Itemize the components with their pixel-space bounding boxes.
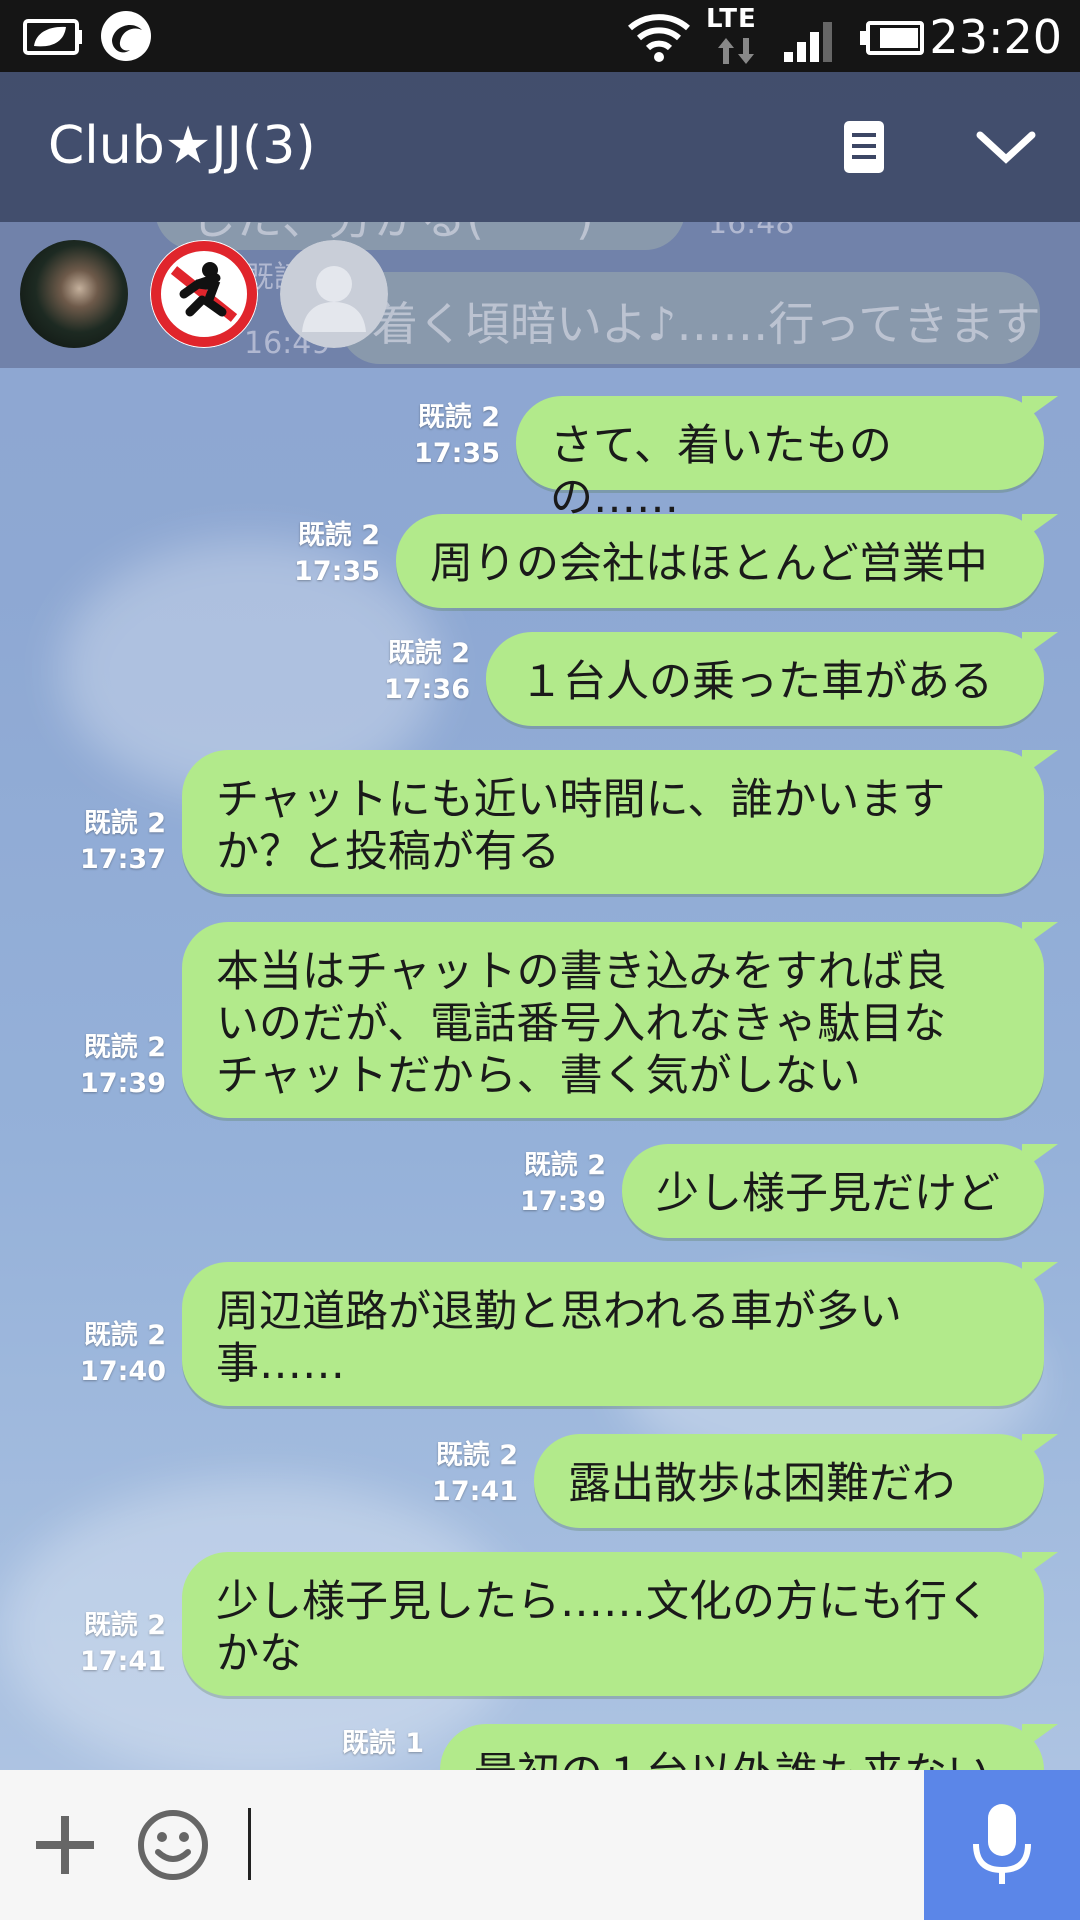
note-icon[interactable] <box>834 117 894 177</box>
microphone-button[interactable] <box>924 1770 1080 1920</box>
battery-leaf-icon <box>23 19 82 55</box>
battery-icon <box>860 21 924 55</box>
faded-message: した、分かる(＾＾) <box>190 222 594 248</box>
message-text: 周辺道路が退勤と思われる車が多い <box>216 1287 902 1337</box>
chevron-down-icon[interactable] <box>976 117 1036 177</box>
message-bubble[interactable]: 周辺道路が退勤と思われる車が多い 事…… <box>182 1262 1058 1406</box>
message-meta: 既読 2 17:36 <box>384 636 470 708</box>
member-avatar[interactable] <box>280 240 388 348</box>
message-bubble[interactable]: １台人の乗った車がある <box>486 632 1058 726</box>
member-avatar[interactable] <box>150 240 258 348</box>
message-text: さて、着いたものの…… <box>550 421 892 523</box>
message-time: 17:41 <box>432 1476 518 1507</box>
message-time: 17:40 <box>80 1356 166 1387</box>
message-text: 露出散歩は困難だわ <box>568 1459 955 1509</box>
data-arrows-icon <box>718 38 754 64</box>
read-receipt: 既読 2 <box>297 520 380 551</box>
message-text: 少し様子見だけど <box>656 1169 1000 1219</box>
message-row: 周りの会社はほとんど営業中 <box>396 514 1058 608</box>
chat-title[interactable]: Club★JJ(3) <box>48 116 316 176</box>
message-input[interactable] <box>240 1790 910 1900</box>
message-bubble[interactable]: 少し様子見したら……文化の方にも行く かな <box>182 1552 1058 1696</box>
message-bubble[interactable]: 少し様子見だけど <box>622 1144 1058 1238</box>
message-time: 17:41 <box>80 1646 166 1677</box>
status-time: 23:20 <box>929 10 1062 64</box>
message-time: 17:37 <box>80 844 166 875</box>
signal-icon <box>784 22 832 62</box>
read-receipt: 既読 2 <box>435 1440 518 1471</box>
message-text: 本当はチャットの書き込みをすれば良 <box>216 947 947 997</box>
message-meta: 既読 2 17:37 <box>80 806 166 878</box>
message-meta: 既読 2 17:39 <box>520 1148 606 1220</box>
message-text: かな <box>216 1629 302 1679</box>
message-time: 17:39 <box>80 1068 166 1099</box>
message-row: 本当はチャットの書き込みをすれば良 いのだが、電話番号入れなきゃ駄目な チャット… <box>182 922 1058 1118</box>
message-time: 17:39 <box>520 1186 606 1217</box>
message-meta: 既読 2 17:41 <box>80 1608 166 1680</box>
members-bar: した、分かる(＾＾) 16:48 着く頃暗いよ♪……行ってきます 既読 16:4… <box>0 222 1080 368</box>
message-text: チャットにも近い時間に、誰かいます <box>216 775 946 825</box>
message-row: 少し様子見したら……文化の方にも行く かな <box>182 1552 1058 1696</box>
read-receipt: 既読 2 <box>523 1150 606 1181</box>
message-bubble[interactable]: 本当はチャットの書き込みをすれば良 いのだが、電話番号入れなきゃ駄目な チャット… <box>182 922 1058 1118</box>
message-text: 事…… <box>216 1339 345 1389</box>
message-meta: 既読 2 17:40 <box>80 1318 166 1390</box>
message-input-bar <box>0 1770 1080 1920</box>
message-meta: 既読 2 17:39 <box>80 1030 166 1102</box>
microphone-icon <box>973 1804 1031 1884</box>
message-time: 17:35 <box>294 556 380 587</box>
message-time: 17:35 <box>414 438 500 469</box>
message-text: 少し様子見したら……文化の方にも行く <box>216 1577 990 1627</box>
message-time: 17:36 <box>384 674 470 705</box>
message-text: いのだが、電話番号入れなきゃ駄目な <box>216 999 947 1049</box>
message-text: か？と投稿が有る <box>216 827 560 877</box>
plus-icon[interactable] <box>32 1812 98 1878</box>
message-text: 周りの会社はほとんど営業中 <box>430 539 988 589</box>
message-row: 露出散歩は困難だわ <box>534 1434 1058 1528</box>
message-row: 周辺道路が退勤と思われる車が多い 事…… <box>182 1262 1058 1406</box>
read-receipt: 既読 2 <box>417 402 500 433</box>
message-meta: 既読 2 17:41 <box>432 1438 518 1510</box>
faded-message: 着く頃暗いよ♪……行ってきます <box>372 297 1041 351</box>
message-bubble[interactable]: チャットにも近い時間に、誰かいます か？と投稿が有る <box>182 750 1058 894</box>
read-receipt: 既読 2 <box>83 1610 166 1641</box>
message-text: １台人の乗った車がある <box>520 657 993 707</box>
network-type-label: LTE <box>706 4 757 34</box>
message-bubble[interactable]: 露出散歩は困難だわ <box>534 1434 1058 1528</box>
message-bubble[interactable]: 周りの会社はほとんど営業中 <box>396 514 1058 608</box>
read-receipt: 既読 2 <box>83 1032 166 1063</box>
member-avatar[interactable] <box>20 240 128 348</box>
message-meta: 既読 1 <box>342 1726 424 1762</box>
message-bubble[interactable]: さて、着いたものの…… <box>516 396 1058 523</box>
message-meta: 既読 2 17:35 <box>294 518 380 590</box>
swirl-icon <box>101 11 151 61</box>
read-receipt: 既読 2 <box>83 808 166 839</box>
chat-header: Club★JJ(3) <box>0 72 1080 222</box>
message-row: チャットにも近い時間に、誰かいます か？と投稿が有る <box>182 750 1058 894</box>
message-row: 少し様子見だけど <box>622 1144 1058 1238</box>
status-bar: LTE 23:20 <box>0 0 1080 72</box>
read-receipt: 既読 1 <box>341 1728 424 1759</box>
wifi-icon <box>628 14 690 62</box>
faded-time: 16:48 <box>708 222 795 241</box>
emoji-icon[interactable] <box>136 1808 210 1882</box>
message-text: チャットだから、書く気がしない <box>216 1051 861 1101</box>
message-meta: 既読 2 17:35 <box>414 400 500 472</box>
read-receipt: 既読 2 <box>387 638 470 669</box>
read-receipt: 既読 2 <box>83 1320 166 1351</box>
message-row: さて、着いたものの…… <box>516 396 1058 523</box>
message-row: １台人の乗った車がある <box>486 632 1058 726</box>
